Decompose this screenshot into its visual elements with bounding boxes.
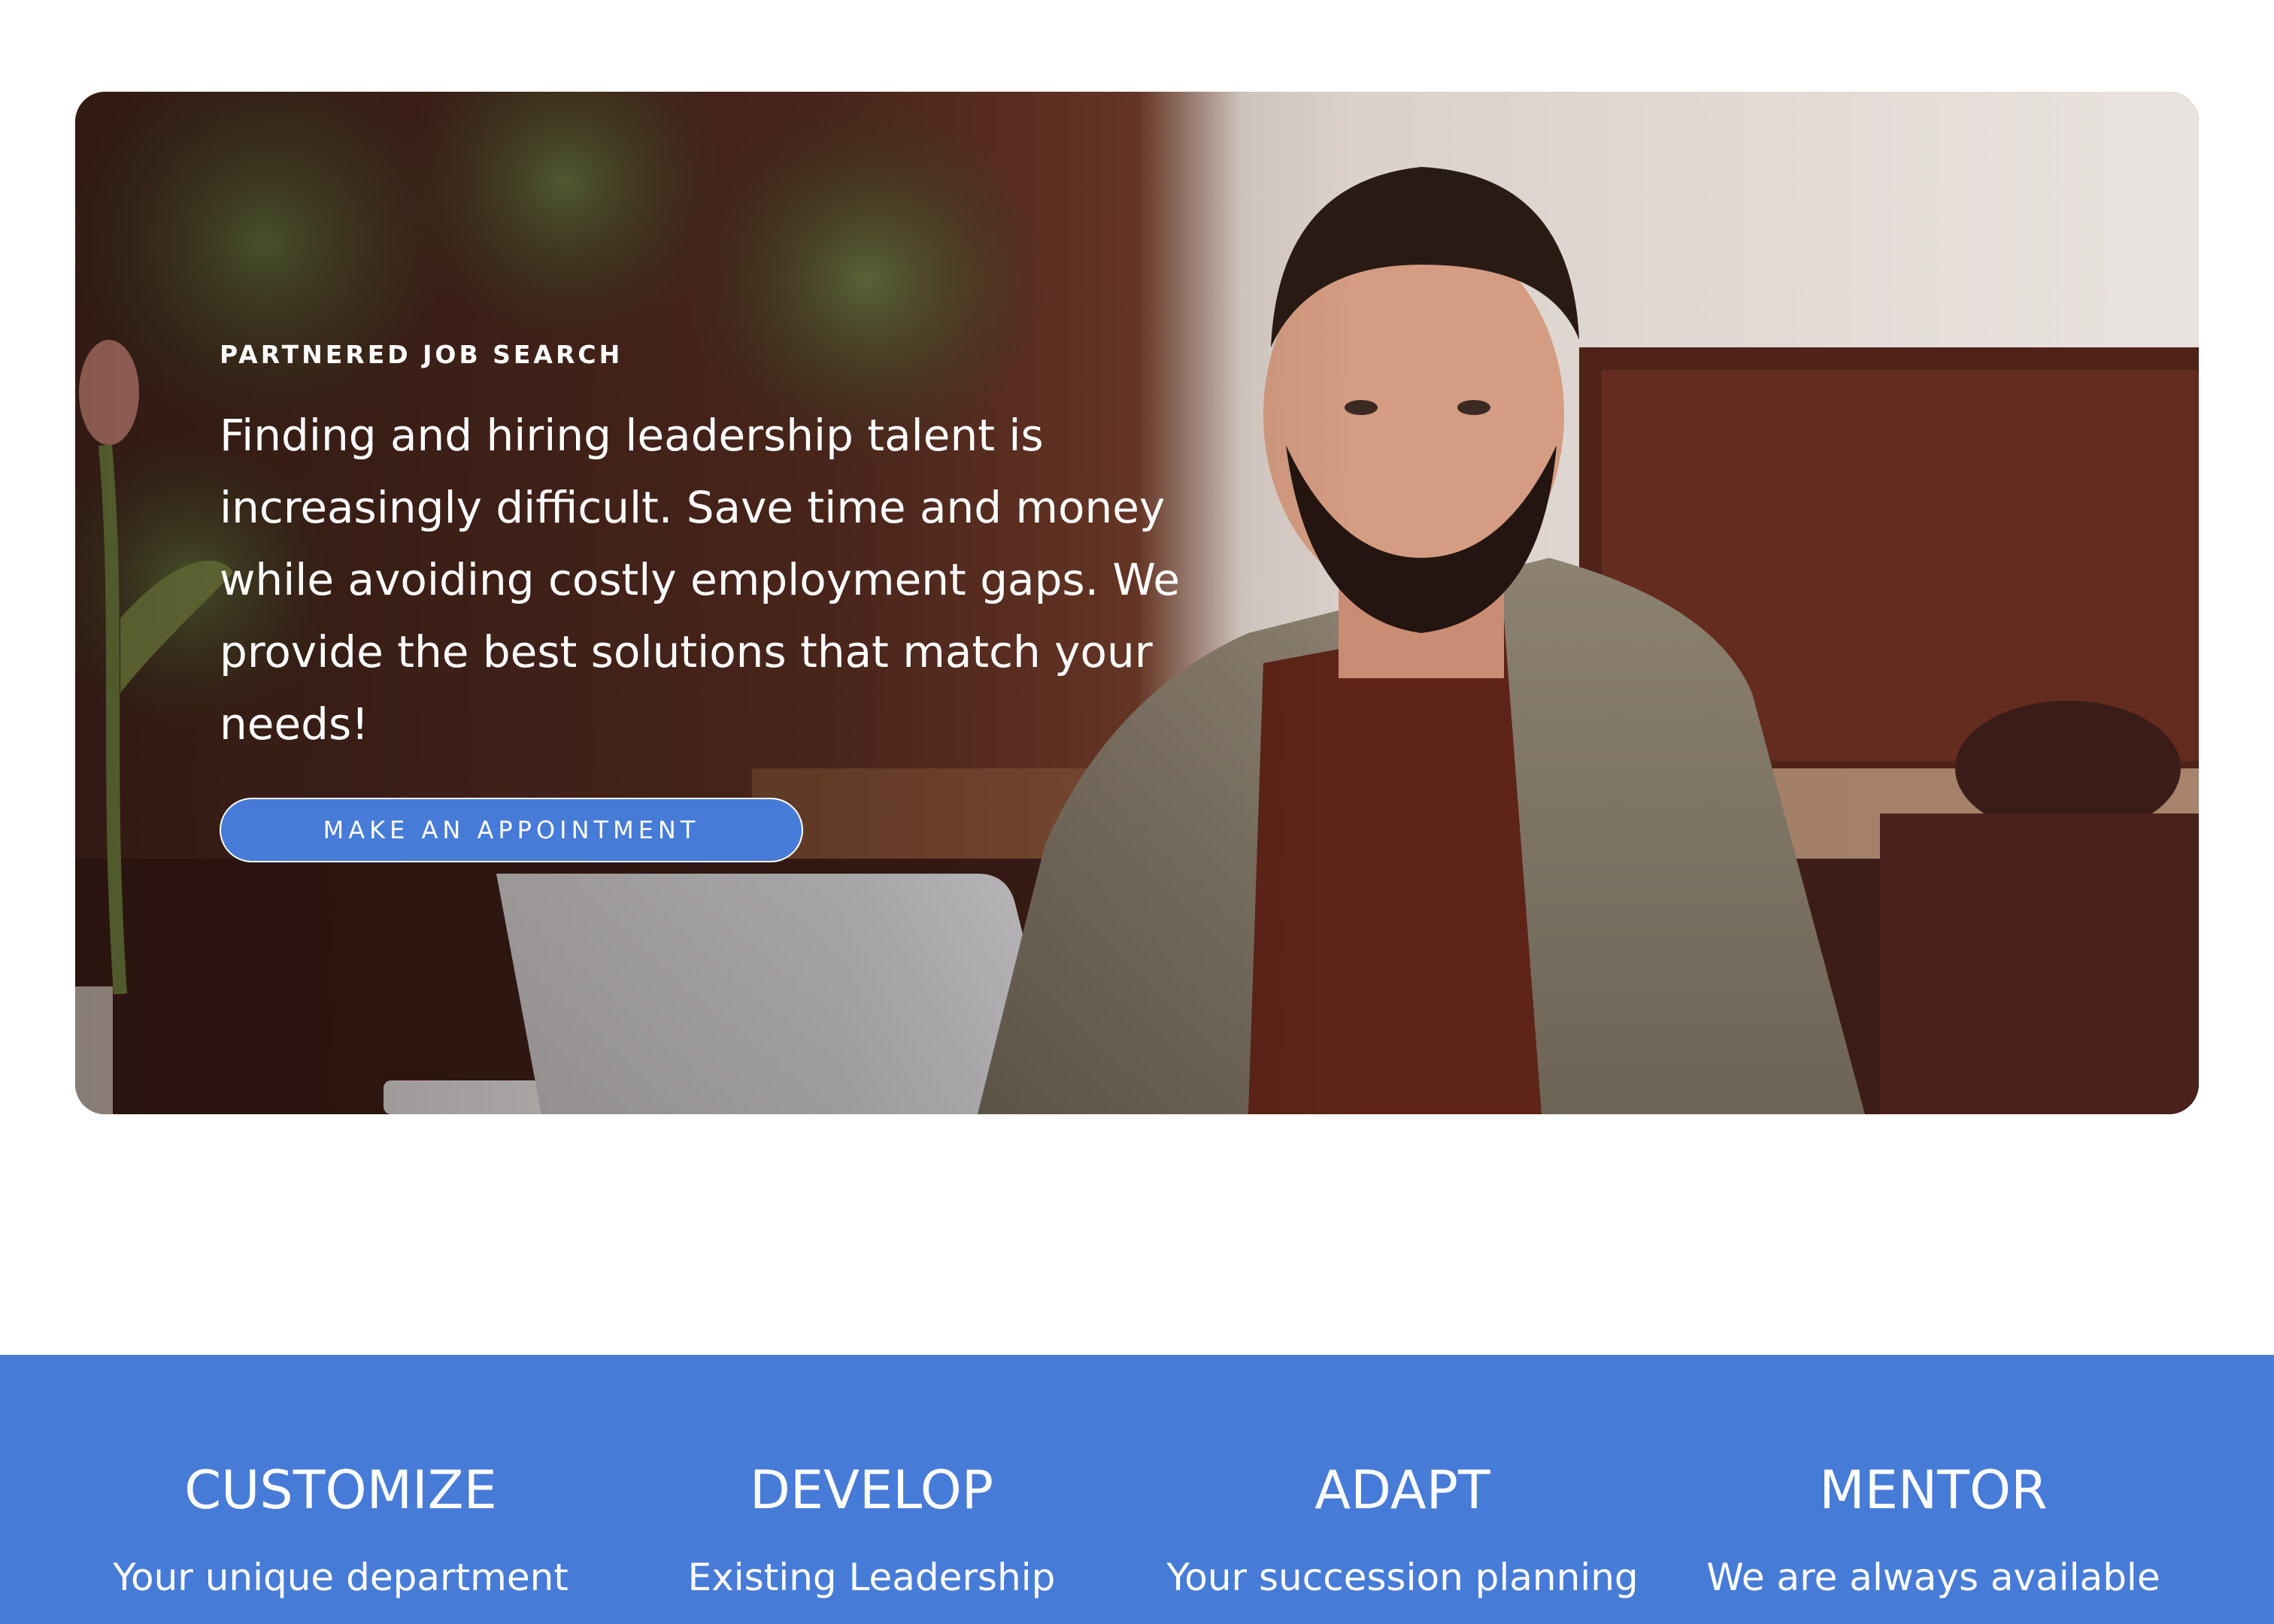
- feature-title: CUSTOMIZE: [184, 1459, 497, 1521]
- feature-title: MENTOR: [1819, 1459, 2048, 1521]
- page: PARTNERED JOB SEARCH Finding and hiring …: [0, 0, 2274, 1624]
- hero-card: PARTNERED JOB SEARCH Finding and hiring …: [75, 92, 2199, 1114]
- feature-subtitle: Your unique department: [113, 1556, 568, 1599]
- features-band: CUSTOMIZE Your unique department DEVELOP…: [0, 1355, 2274, 1624]
- feature-subtitle: Existing Leadership: [687, 1556, 1056, 1599]
- feature-title: ADAPT: [1314, 1459, 1490, 1521]
- feature-subtitle: We are always available: [1706, 1556, 2160, 1599]
- feature-customize: CUSTOMIZE Your unique department: [75, 1355, 606, 1600]
- hero-eyebrow: PARTNERED JOB SEARCH: [220, 340, 623, 369]
- feature-mentor: MENTOR We are always available: [1668, 1355, 2199, 1600]
- feature-adapt: ADAPT Your succession planning: [1137, 1355, 1668, 1600]
- feature-title: DEVELOP: [749, 1459, 994, 1521]
- feature-develop: DEVELOP Existing Leadership: [606, 1355, 1137, 1600]
- hero-description: Finding and hiring leadership talent is …: [220, 410, 1181, 750]
- hero-content: PARTNERED JOB SEARCH Finding and hiring …: [220, 340, 1227, 862]
- feature-subtitle: Your succession planning: [1166, 1556, 1639, 1599]
- make-appointment-button[interactable]: MAKE AN APPOINTMENT: [220, 798, 803, 862]
